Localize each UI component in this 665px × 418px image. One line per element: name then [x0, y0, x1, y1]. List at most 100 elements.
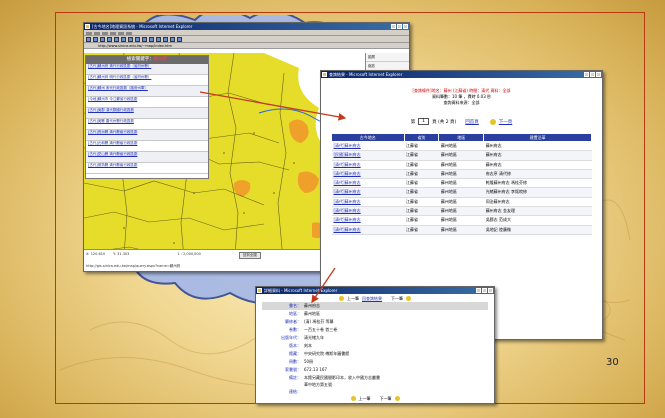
page-select[interactable]: 1	[418, 118, 430, 125]
full-extent-button[interactable]: 回到全圖	[238, 252, 261, 259]
cell-name[interactable]: [清代]蘇州府志	[331, 215, 405, 226]
menu-favorites[interactable]	[110, 31, 116, 35]
col-header[interactable]: 古今地名	[331, 133, 405, 142]
field-label: 出版年代：	[281, 335, 301, 340]
ie-icon	[322, 72, 327, 77]
home-icon[interactable]	[114, 37, 119, 42]
table-row[interactable]: [清代]蘇州府志 江蘇省 蘇州地區 同治蘇州府志	[331, 197, 592, 208]
field-value: 本館另藏民國間影印本，收入中國方志叢書	[304, 375, 380, 380]
panel-row-link[interactable]: [古代]蘇州府 明代行政區劃（省府州縣）	[86, 75, 151, 85]
panel-row-link[interactable]: [今地]蘇州市 今江蘇省行政區劃	[86, 97, 137, 107]
panel-row-link[interactable]: [古代]元和縣 清代縣級行政區劃	[86, 141, 137, 151]
back-to-results-link[interactable]: 回查詢結果	[362, 295, 382, 302]
table-row[interactable]: [清代]蘇州府志 江蘇省 蘇州地區 光緒蘇州府志 李銘皖修	[331, 187, 592, 198]
maximize-button[interactable]	[482, 288, 487, 293]
table-row[interactable]: [清代]蘇州府志 江蘇省 蘇州地區 蘇州府志	[331, 141, 592, 152]
back-home-link[interactable]: 回首頁	[465, 119, 479, 125]
cell-name[interactable]: [清代]蘇州府志	[331, 169, 405, 180]
back-icon[interactable]	[86, 37, 91, 42]
print-icon[interactable]	[149, 37, 154, 42]
maximize-button[interactable]	[397, 24, 402, 29]
panel-row[interactable]: [古代]常熟縣 清代縣級行政區劃	[86, 163, 208, 174]
cell-name[interactable]: [清代]蘇州府志	[331, 178, 405, 189]
history-icon[interactable]	[135, 37, 140, 42]
table-row[interactable]: [清代]蘇州府志 江蘇省 蘇州地區 蘇州府志 金友理	[331, 206, 592, 217]
panel-row[interactable]: [古代]吳縣 唐代州縣行政區劃	[86, 119, 208, 130]
table-row[interactable]: [民國]蘇州府志 江蘇省 蘇州地區 蘇州府志	[331, 150, 592, 161]
zoom-out-icon[interactable]	[163, 37, 168, 42]
minimize-button[interactable]	[476, 288, 481, 293]
menu-help[interactable]	[126, 31, 132, 35]
menu-tools[interactable]	[118, 31, 124, 35]
panel-row[interactable]: [古代]吳郡 漢代郡國行政區劃	[86, 108, 208, 119]
favorites-icon[interactable]	[128, 37, 133, 42]
panel-row-link[interactable]: [古代]吳縣 唐代州縣行政區劃	[86, 119, 134, 129]
menu-view[interactable]	[102, 31, 108, 35]
cell-name[interactable]: [清代]蘇州府志	[331, 187, 405, 198]
detail-nav-top: 上一筆 回查詢結果 下一筆	[256, 295, 494, 302]
results-header-row: 古今地名 省別 地區 建置沿革	[331, 133, 592, 142]
cell-name[interactable]: [清代]蘇州府志	[331, 206, 405, 217]
detail-field: 連結：	[262, 388, 488, 396]
menu-edit[interactable]	[94, 31, 100, 35]
detail-window-title: 詳細資料 - Microsoft Internet Explorer	[264, 288, 338, 293]
menu-file[interactable]	[86, 31, 92, 35]
prev-record-icon[interactable]	[350, 396, 356, 401]
next-page-icon[interactable]	[489, 118, 496, 125]
cell-region: 蘇州地區	[438, 141, 484, 152]
sidebar-item-layers[interactable]: 圖層	[366, 53, 409, 62]
prev-record-link[interactable]: 上一筆	[347, 295, 359, 302]
table-row[interactable]: [清代]蘇州府志 江蘇省 蘇州地區 府志序 清代修	[331, 169, 592, 180]
pan-icon[interactable]	[170, 37, 175, 42]
refresh-icon[interactable]	[107, 37, 112, 42]
panel-row[interactable]: [古代]長洲縣 清代縣級行政區劃	[86, 130, 208, 141]
panel-row-link[interactable]: [古代]崑山縣 清代縣級行政區劃	[86, 152, 137, 162]
minimize-button[interactable]	[584, 72, 589, 77]
search-icon[interactable]	[121, 37, 126, 42]
forward-icon[interactable]	[93, 37, 98, 42]
table-row[interactable]: [清代]蘇州府志 江蘇省 蘇州地區 吳郡志 范成大	[331, 215, 592, 226]
next-record-link[interactable]: 下一筆	[391, 295, 403, 302]
cell-name[interactable]: [民國]蘇州府志	[331, 150, 405, 161]
panel-row-link[interactable]: [古代]長洲縣 清代縣級行政區劃	[86, 130, 137, 140]
identify-icon[interactable]	[177, 37, 182, 42]
panel-row[interactable]: [古代]崑山縣 清代縣級行政區劃	[86, 152, 208, 163]
panel-row-link[interactable]: [古代]吳郡 漢代郡國行政區劃	[86, 108, 134, 118]
panel-row-link[interactable]: [古代]蘇州 宋代行政區劃（路府州軍）	[86, 86, 148, 96]
zoom-in-icon[interactable]	[156, 37, 161, 42]
panel-row[interactable]: [古代]元和縣 清代縣級行政區劃	[86, 141, 208, 152]
next-record-icon[interactable]	[406, 296, 411, 301]
close-button[interactable]	[596, 72, 601, 77]
prev-record-link[interactable]: 上一筆	[359, 396, 371, 402]
col-header[interactable]: 省別	[403, 133, 440, 142]
col-header[interactable]: 地區	[438, 133, 485, 142]
panel-row[interactable]: [今地]蘇州市 今江蘇省行政區劃	[86, 97, 208, 108]
panel-row-link[interactable]: [古代]蘇州府 清代行政區劃（省府州縣）	[86, 64, 151, 74]
panel-row[interactable]: [古代]蘇州 宋代行政區劃（路府州軍）	[86, 86, 208, 97]
table-row[interactable]: [清代]蘇州府志 江蘇省 蘇州地區 蘇州府志	[331, 160, 592, 170]
panel-row[interactable]: [古代]蘇州府 清代行政區劃（省府州縣）	[86, 64, 208, 75]
close-button[interactable]	[403, 24, 408, 29]
close-button[interactable]	[488, 288, 493, 293]
cell-name[interactable]: [清代]蘇州府志	[331, 225, 405, 235]
cell-province: 江蘇省	[404, 197, 439, 208]
maximize-button[interactable]	[590, 72, 595, 77]
field-value[interactable]	[304, 388, 488, 396]
stop-icon[interactable]	[100, 37, 105, 42]
panel-row-link[interactable]: [古代]常熟縣 清代縣級行政區劃	[86, 163, 137, 173]
panel-row[interactable]: [古代]蘇州府 明代行政區劃（省府州縣）	[86, 75, 208, 86]
gis-address-bar[interactable]: http://www.sinica.edu.tw/~map/index.htm	[84, 43, 409, 49]
next-record-link[interactable]: 下一筆	[380, 396, 392, 402]
cell-name[interactable]: [清代]蘇州府志	[331, 141, 405, 152]
table-row[interactable]: [清代]蘇州府志 江蘇省 蘇州地區 吳地記 陸廣微	[331, 225, 592, 235]
table-row[interactable]: [清代]蘇州府志 江蘇省 蘇州地區 乾隆蘇州府志 馮桂芬修	[331, 178, 592, 189]
field-label: 地區：	[289, 311, 301, 316]
cell-name[interactable]: [清代]蘇州府志	[331, 160, 405, 170]
next-record-icon[interactable]	[394, 396, 400, 401]
prev-record-icon[interactable]	[339, 296, 344, 301]
minimize-button[interactable]	[391, 24, 396, 29]
cell-name[interactable]: [清代]蘇州府志	[331, 197, 405, 208]
mail-icon[interactable]	[142, 37, 147, 42]
col-header[interactable]: 建置沿革	[483, 133, 592, 142]
next-page-link[interactable]: 下一頁	[499, 119, 513, 125]
